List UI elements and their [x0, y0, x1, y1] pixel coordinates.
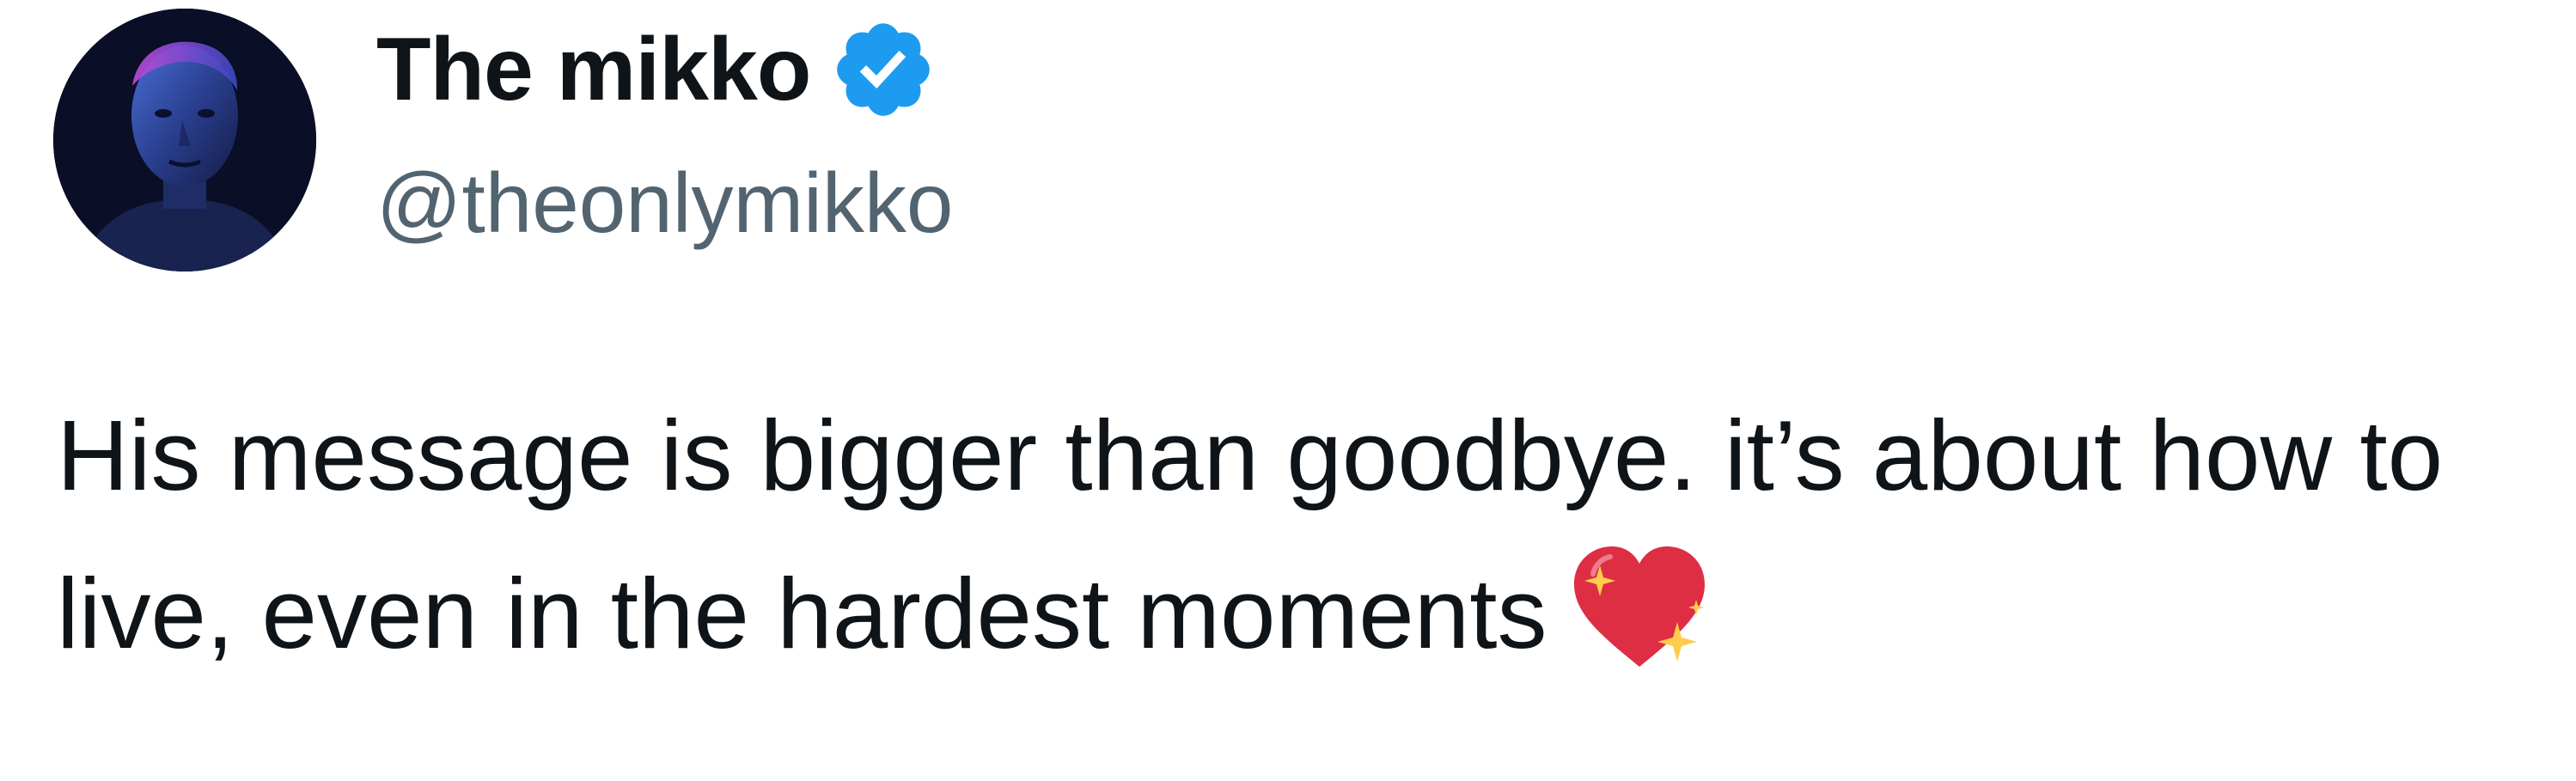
- avatar[interactable]: [53, 9, 316, 272]
- avatar-portrait-image: [53, 9, 316, 272]
- author-handle[interactable]: @theonlymikko: [376, 153, 953, 254]
- tweet-body: His message is bigger than goodbye. it’s…: [57, 376, 2531, 693]
- author-name-row: The mikko: [376, 14, 937, 125]
- author-display-name[interactable]: The mikko: [376, 25, 811, 114]
- sparkling-heart-icon: [1567, 540, 1712, 674]
- verified-badge-icon[interactable]: [829, 15, 937, 124]
- tweet-card: The mikko @theonlymikko His message is b…: [0, 0, 2576, 781]
- tweet-text: His message is bigger than goodbye. it’s…: [57, 400, 2444, 669]
